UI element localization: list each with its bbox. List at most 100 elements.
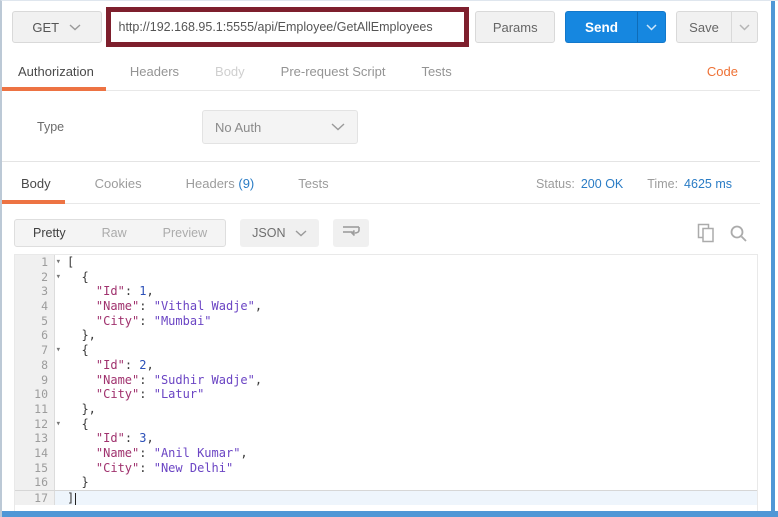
save-button[interactable]: Save <box>676 11 731 43</box>
code-line[interactable]: 10 "City": "Latur" <box>15 387 757 402</box>
time-label: Time: <box>647 176 679 191</box>
response-tabs-list: Body Cookies Headers (9) Tests <box>2 164 371 204</box>
line-number: 5 <box>15 313 55 329</box>
line-number: 13 <box>15 431 55 446</box>
response-tab-cookies[interactable]: Cookies <box>93 164 144 203</box>
line-number: 17 <box>15 491 55 505</box>
fold-arrow-icon[interactable]: ▾ <box>56 255 61 270</box>
code-line[interactable]: 14 "Name": "Anil Kumar", <box>15 445 757 461</box>
view-mode-preview[interactable]: Preview <box>145 220 225 246</box>
code-line-text: "City": "Latur" <box>95 387 205 402</box>
chevron-down-icon <box>295 229 307 237</box>
code-line[interactable]: 6 }, <box>15 328 757 344</box>
fold-arrow-icon[interactable]: ▾ <box>56 343 61 358</box>
line-number: 14 <box>15 445 55 461</box>
send-options-button[interactable] <box>637 11 666 43</box>
viewer-actions <box>697 223 748 243</box>
line-number: 1 ▾ <box>15 255 61 270</box>
line-number: 3 <box>15 284 55 300</box>
auth-type-label: Type <box>37 120 65 134</box>
language-value: JSON <box>252 226 286 240</box>
code-line[interactable]: 15 "City": "New Delhi" <box>15 460 757 476</box>
code-link[interactable]: Code <box>707 64 738 79</box>
url-input[interactable] <box>110 12 465 42</box>
line-number: 7 ▾ <box>15 343 61 358</box>
code-line[interactable]: 7 ▾ { <box>15 343 757 358</box>
code-line-text: }, <box>67 401 96 416</box>
request-tab-body[interactable]: Body <box>213 53 247 90</box>
line-number: 10 <box>15 387 55 402</box>
response-body-editor[interactable]: 1 ▾[2 ▾ {3 "Id": 1, 4 "Name": "Vithal Wadje… <box>14 254 758 512</box>
url-highlight-box <box>105 7 470 47</box>
code-line[interactable]: 12 ▾ { <box>15 416 757 432</box>
code-line[interactable]: 4 "Name": "Vithal Wadje", <box>15 299 757 314</box>
code-line-text: "Name": "Anil Kumar", <box>95 445 248 460</box>
code-line-text: } <box>67 475 89 490</box>
chevron-down-icon <box>646 18 657 36</box>
code-line-text: ] <box>67 491 77 505</box>
code-line-text: "Id": 3, <box>95 431 154 446</box>
copy-icon[interactable] <box>697 223 715 243</box>
code-line[interactable]: 1 ▾[ <box>15 255 757 270</box>
code-line[interactable]: 11 }, <box>15 401 757 417</box>
chevron-down-icon <box>739 18 750 36</box>
auth-type-value: No Auth <box>215 119 262 135</box>
status-badge[interactable]: 200 OK <box>581 177 623 191</box>
code-lines: 1 ▾[2 ▾ {3 "Id": 1, 4 "Name": "Vithal Wadje… <box>15 255 757 505</box>
code-line-text: "City": "New Delhi" <box>95 460 234 475</box>
wrap-text-icon <box>342 224 361 243</box>
code-line-text: "City": "Mumbai" <box>95 313 212 328</box>
authorization-section: Type No Auth <box>2 92 760 162</box>
code-line-text: "Id": 1, <box>95 284 154 299</box>
auth-type-dropdown[interactable]: No Auth <box>202 110 358 144</box>
code-line[interactable]: 5 "City": "Mumbai" <box>15 313 757 329</box>
view-mode-segmented-control: Pretty Raw Preview <box>14 219 227 247</box>
line-number: 4 <box>15 299 55 314</box>
fold-arrow-icon[interactable]: ▾ <box>56 417 61 432</box>
window-frame-bottom[interactable] <box>2 511 778 517</box>
response-tab-tests[interactable]: Tests <box>296 164 330 203</box>
code-line-text: "Name": "Vithal Wadje", <box>95 299 263 314</box>
language-dropdown[interactable]: JSON <box>240 219 320 247</box>
response-tab-headers[interactable]: Headers (9) <box>184 164 257 203</box>
text-cursor <box>75 492 77 505</box>
params-label: Params <box>492 19 538 35</box>
request-tab-headers[interactable]: Headers <box>128 53 181 90</box>
code-line[interactable]: 3 "Id": 1, <box>15 284 757 300</box>
code-line[interactable]: 16 } <box>15 475 757 490</box>
status-label: Status: <box>535 176 575 191</box>
save-options-button[interactable] <box>731 11 758 43</box>
view-mode-raw[interactable]: Raw <box>84 220 145 246</box>
code-line[interactable]: 9 "Name": "Sudhir Wadje", <box>15 372 757 388</box>
params-button[interactable]: Params <box>475 11 555 43</box>
view-mode-pretty[interactable]: Pretty <box>15 220 84 246</box>
send-button[interactable]: Send <box>565 11 637 43</box>
response-meta: Status: 200 OK Time: 4625 ms <box>536 163 732 204</box>
save-split-button: Save <box>676 11 758 43</box>
code-line[interactable]: 8 "Id": 2, <box>15 357 757 373</box>
line-number: 9 <box>15 372 55 388</box>
search-icon[interactable] <box>729 224 748 243</box>
fold-arrow-icon[interactable]: ▾ <box>56 270 61 285</box>
response-viewer-toolbar: Pretty Raw Preview JSON <box>14 213 758 253</box>
code-line-text: "Id": 2, <box>95 357 154 372</box>
time-value: 4625 ms <box>684 176 732 191</box>
wrap-text-button[interactable] <box>333 219 370 247</box>
line-number: 16 <box>15 475 55 490</box>
code-line[interactable]: 2 ▾ { <box>15 269 757 285</box>
headers-count-badge: (9) <box>238 175 255 191</box>
request-tabs: Authorization Headers Body Pre-request Scri… <box>2 53 760 91</box>
save-label: Save <box>689 19 719 35</box>
request-tab-authorization[interactable]: Authorization <box>2 53 106 91</box>
line-number: 6 <box>15 328 55 344</box>
request-tab-pre-request-script[interactable]: Pre-request Script <box>279 53 388 90</box>
method-label: GET <box>32 19 60 35</box>
response-tabs: Body Cookies Headers (9) Tests Status: 200 … <box>2 163 760 204</box>
chevron-down-icon <box>69 23 81 31</box>
request-bar: GET Params Send Save <box>12 6 758 48</box>
code-line[interactable]: 17] <box>15 490 757 505</box>
response-tab-body[interactable]: Body <box>2 164 65 204</box>
code-line[interactable]: 13 "Id": 3, <box>15 431 757 446</box>
method-dropdown[interactable]: GET <box>12 11 102 43</box>
request-tab-tests[interactable]: Tests <box>419 53 453 90</box>
